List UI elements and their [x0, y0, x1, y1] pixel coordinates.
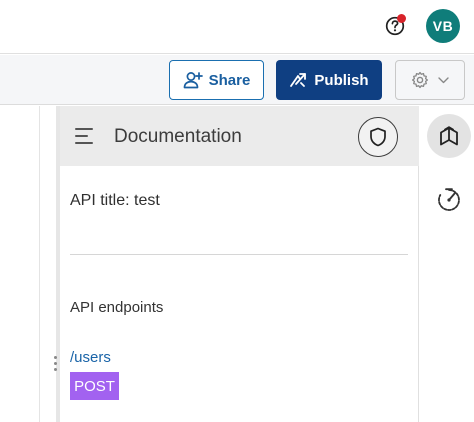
documentation-tab-button[interactable]	[427, 114, 471, 158]
shield-button[interactable]	[358, 117, 398, 157]
panel-resize-handle[interactable]	[53, 356, 59, 372]
publish-button[interactable]: Publish	[276, 60, 382, 100]
api-title: API title: test	[70, 192, 160, 209]
publish-label: Publish	[314, 71, 369, 89]
endpoints-heading: API endpoints	[70, 299, 164, 316]
method-badge: POST	[70, 372, 119, 400]
share-button[interactable]: Share	[169, 60, 264, 100]
speed-gauge-button[interactable]	[433, 184, 465, 216]
avatar-initials: VB	[432, 18, 454, 34]
chevron-down-icon	[438, 76, 449, 83]
speed-gauge-icon	[438, 188, 460, 211]
editor-toolbar: Share Publish	[0, 55, 474, 105]
settings-dropdown-button[interactable]	[395, 60, 465, 100]
documentation-panel-header: Documentation	[60, 106, 419, 166]
gear-icon	[411, 71, 429, 89]
shield-icon	[370, 127, 386, 147]
divider	[70, 254, 408, 255]
panel-title: Documentation	[114, 126, 242, 147]
avatar[interactable]: VB	[426, 9, 460, 43]
documentation-book-icon	[440, 126, 458, 146]
editor-area	[0, 106, 40, 422]
hamburger-menu-icon[interactable]	[75, 126, 97, 146]
notification-badge	[397, 14, 406, 23]
publish-arrows-icon	[290, 73, 307, 87]
top-bar: VB	[0, 0, 474, 54]
share-label: Share	[208, 71, 251, 89]
right-rail	[420, 106, 474, 422]
add-person-icon	[183, 72, 203, 89]
documentation-panel: Documentation API title: test API endpoi…	[60, 106, 419, 422]
endpoint-link[interactable]: /users	[70, 349, 111, 366]
